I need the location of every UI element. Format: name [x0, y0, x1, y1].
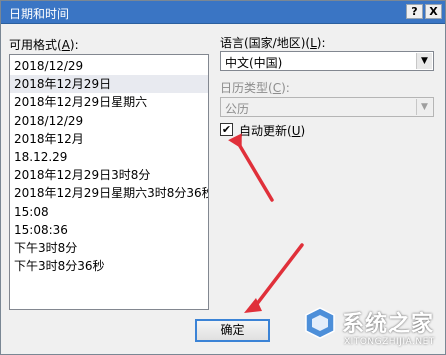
- chevron-down-icon[interactable]: ▼: [416, 53, 432, 69]
- watermark: 系统之家 XITONGZHIJIA.NET: [300, 300, 446, 355]
- calendar-type-value: 公历: [225, 102, 250, 116]
- format-list-item[interactable]: 2018/12/29: [10, 57, 208, 75]
- format-list-item[interactable]: 15:08:36: [10, 221, 208, 239]
- formats-listbox[interactable]: 2018/12/29 2018年12月29日 2018年12月29日星期六 2018/…: [9, 54, 209, 310]
- watermark-text: 系统之家: [342, 312, 435, 337]
- close-button[interactable]: X: [425, 4, 442, 19]
- format-list-item[interactable]: 下午3时8分36秒: [10, 257, 208, 275]
- format-list-item[interactable]: 2018年12月29日星期六3时8分36秒: [10, 184, 208, 202]
- help-button[interactable]: ?: [406, 4, 423, 19]
- window-title: 日期和时间: [9, 7, 70, 21]
- format-list-item[interactable]: 15:08: [10, 203, 208, 221]
- format-list-item[interactable]: 18.12.29: [10, 148, 208, 166]
- format-list-item[interactable]: 2018/12/29: [10, 112, 208, 130]
- language-label: 语言(国家/地区)(L):: [220, 36, 326, 50]
- format-list-item[interactable]: 2018年12月29日3时8分: [10, 166, 208, 184]
- ok-button[interactable]: 确定: [195, 319, 270, 342]
- format-list-item[interactable]: 下午3时8分: [10, 239, 208, 257]
- format-list-item[interactable]: 2018年12月29日: [10, 75, 208, 94]
- watermark-subtext: XITONGZHIJIA.NET: [344, 337, 435, 347]
- auto-update-label[interactable]: 自动更新(U): [239, 122, 305, 139]
- format-list-item[interactable]: 2018年12月29日星期六: [10, 93, 208, 111]
- formats-label: 可用格式(A):: [9, 38, 79, 52]
- watermark-logo-icon: [305, 307, 335, 339]
- title-bar: 日期和时间 ? X: [1, 1, 445, 24]
- calendar-type-select[interactable]: 公历 ▼: [220, 97, 434, 117]
- auto-update-checkbox[interactable]: ✔: [220, 123, 233, 136]
- language-value: 中文(中国): [225, 56, 283, 70]
- chevron-down-icon: ▼: [416, 99, 432, 115]
- calendar-type-label: 日历类型(C):: [220, 81, 290, 95]
- language-select[interactable]: 中文(中国) ▼: [220, 51, 434, 71]
- format-list-item[interactable]: 2018年12月: [10, 130, 208, 148]
